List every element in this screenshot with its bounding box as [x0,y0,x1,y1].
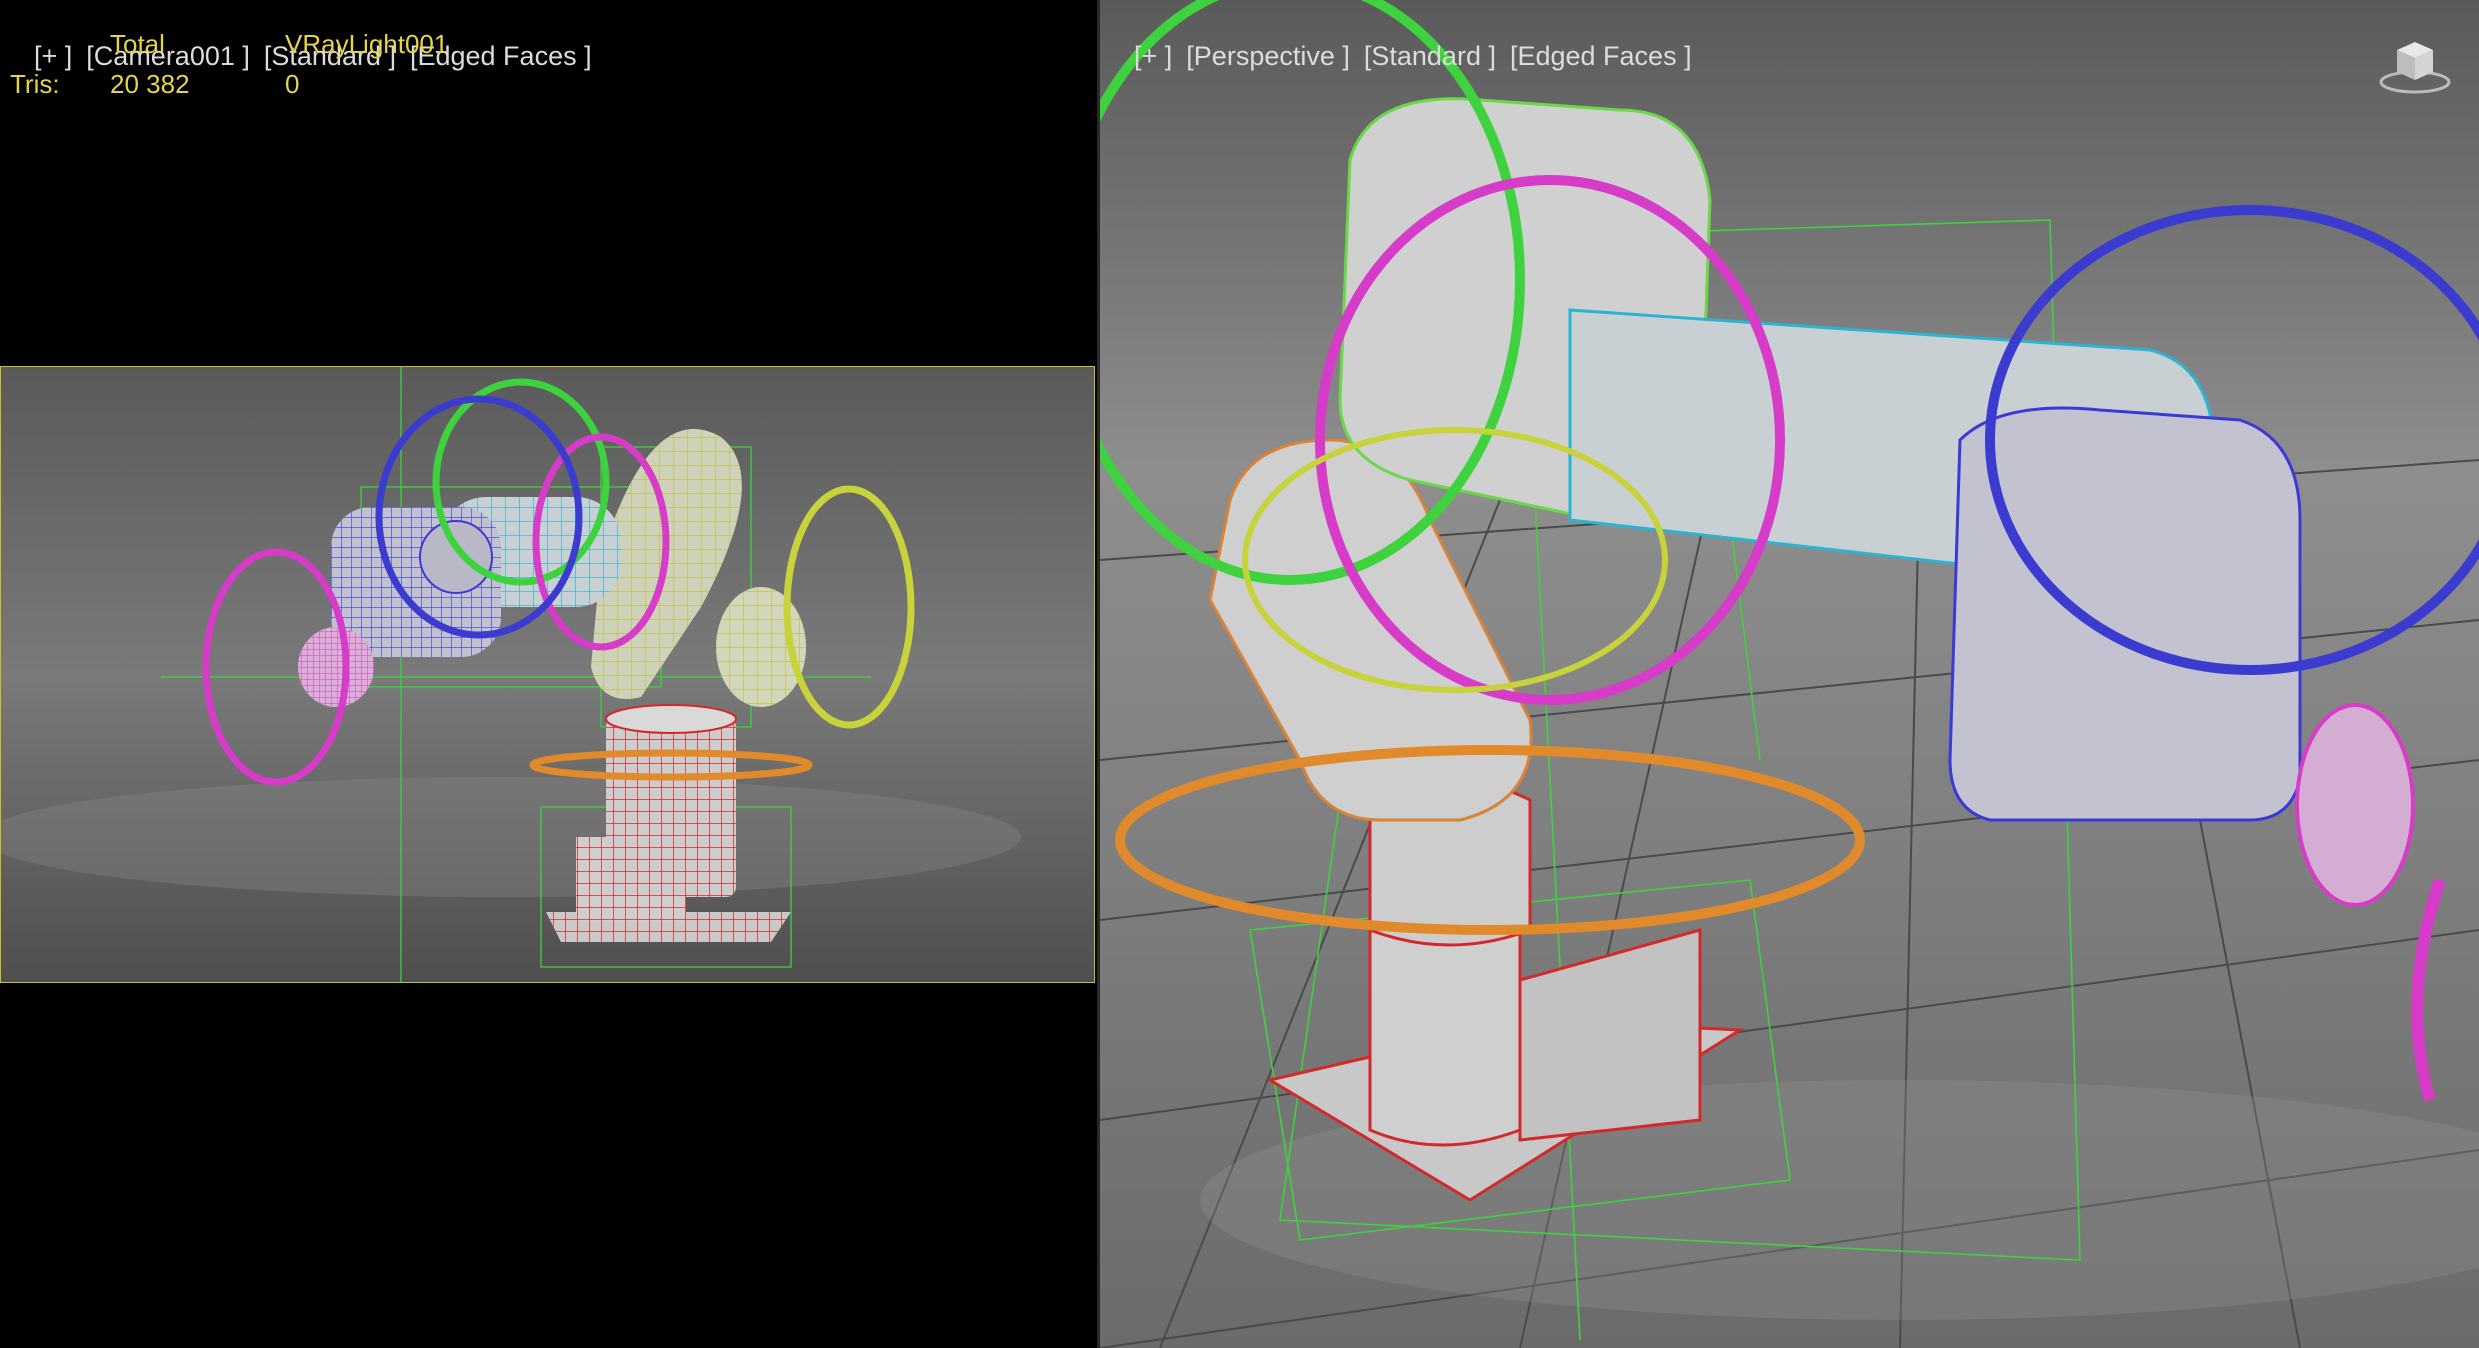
stats-tris-total: 20 382 [110,68,190,99]
perspective-scene-render [1100,0,2479,1348]
viewport-label-bar: [+ ] [Perspective ] [Standard ] [Edged Face… [1104,10,1706,103]
robot-wrist [1948,406,2302,822]
robot-flange [2295,703,2415,907]
stats-tris-label: Tris: [10,68,60,99]
camera-scene-render [1,367,1094,982]
viewcube-icon[interactable] [2375,36,2455,96]
camera-viewport[interactable]: [+ ] [Camera001 ] [Standard ] [Edged Faces … [0,0,1097,1348]
viewport-shading-label[interactable]: [Standard ] [1364,41,1496,71]
stats-tris-row: Tris: 20 382 0 [10,64,485,104]
robot-flange [298,627,374,707]
stats-header-total: Total [110,28,165,59]
camera-safe-frame [0,366,1095,983]
stats-header-row: Total VRayLight001 [10,24,485,64]
viewport-menu-plus[interactable]: [+ ] [1134,41,1172,71]
stats-header-light: VRayLight001 [285,28,449,59]
perspective-viewport[interactable]: [+ ] [Perspective ] [Standard ] [Edged Face… [1100,0,2479,1348]
stats-tris-light: 0 [285,68,300,99]
viewport-display-label[interactable]: [Edged Faces ] [1510,41,1692,71]
scene-statistics: Total VRayLight001 Tris: 20 382 0 [10,24,485,104]
viewport-camera-label[interactable]: [Perspective ] [1186,41,1350,71]
